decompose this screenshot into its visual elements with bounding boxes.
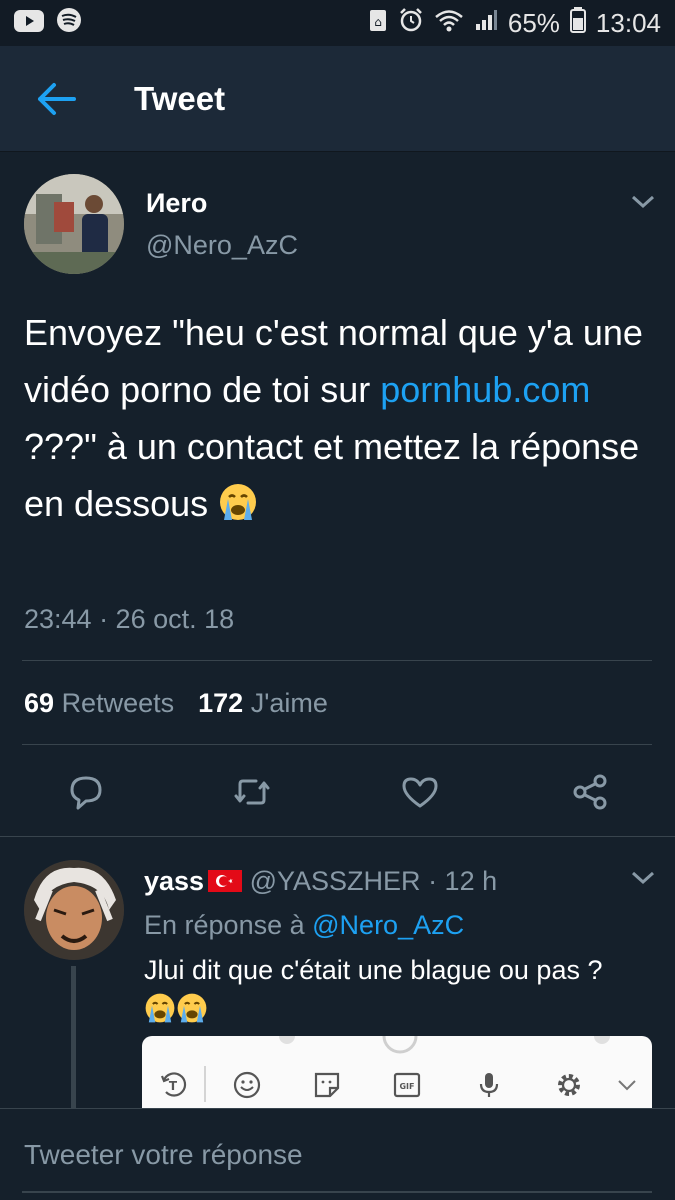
chevron-down-icon bbox=[612, 1070, 642, 1100]
divider bbox=[22, 744, 652, 745]
back-button[interactable] bbox=[26, 69, 86, 129]
avatar[interactable] bbox=[24, 174, 124, 274]
gear-icon bbox=[554, 1070, 584, 1100]
reply-header: yass @YASSZHER · 12 h bbox=[144, 866, 497, 897]
reply-text-body: Jlui dit que c'était une blague ou pas ? bbox=[144, 955, 603, 985]
replying-to: En réponse à @Nero_AzC bbox=[144, 910, 464, 941]
svg-text:T: T bbox=[169, 1079, 178, 1093]
translate-icon: T bbox=[158, 1070, 188, 1100]
tweet-text: Envoyez "heu c'est normal que y'a une vi… bbox=[24, 304, 654, 532]
sticker-icon bbox=[312, 1070, 342, 1100]
reply-text: Jlui dit que c'était une blague ou pas ? bbox=[144, 950, 614, 1030]
reply-author-handle[interactable]: @YASSZHER bbox=[250, 866, 421, 896]
loudly-crying-face-icon bbox=[218, 481, 258, 521]
tweet-timestamp[interactable]: 23:44 · 26 oct. 18 bbox=[24, 604, 234, 635]
turkey-flag-icon bbox=[208, 870, 243, 892]
reply-time: · 12 h bbox=[428, 866, 498, 896]
svg-text:⌂: ⌂ bbox=[374, 15, 382, 29]
battery-icon bbox=[569, 6, 586, 40]
reply-avatar[interactable] bbox=[24, 860, 124, 960]
data-saver-icon: ⌂ bbox=[368, 7, 388, 40]
signal-icon bbox=[474, 8, 498, 39]
loudly-crying-face-icon bbox=[144, 992, 176, 1024]
smiley-icon bbox=[232, 1070, 262, 1100]
reply-author-name[interactable]: yass bbox=[144, 866, 204, 896]
reply-input[interactable]: Tweeter votre réponse bbox=[24, 1139, 303, 1171]
divider bbox=[0, 836, 675, 837]
likes-stat[interactable]: 172 J'aime bbox=[198, 688, 328, 719]
tweet-stats: 69 Retweets 172 J'aime bbox=[24, 688, 328, 719]
alarm-icon bbox=[398, 7, 424, 40]
loudly-crying-face-icon bbox=[176, 992, 208, 1024]
thread-line bbox=[71, 966, 76, 1111]
like-label: J'aime bbox=[250, 688, 328, 718]
tweet-link[interactable]: pornhub.com bbox=[380, 369, 590, 410]
svg-text:GIF: GIF bbox=[399, 1082, 414, 1091]
replying-to-label: En réponse à bbox=[144, 910, 305, 940]
app-bar: Tweet bbox=[0, 46, 675, 152]
author-name[interactable]: Иero bbox=[146, 188, 207, 219]
arrow-left-icon bbox=[38, 82, 76, 115]
gif-icon: GIF bbox=[392, 1070, 422, 1100]
microphone-icon bbox=[474, 1070, 504, 1100]
heart-icon[interactable] bbox=[398, 770, 442, 814]
spotify-icon bbox=[56, 7, 82, 40]
keyboard-divider bbox=[204, 1066, 206, 1102]
retweets-stat[interactable]: 69 Retweets bbox=[24, 688, 174, 719]
tweet-text-part2: ???" à un contact et mettez la réponse e… bbox=[24, 426, 640, 524]
status-bar: ⌂ 65% 13:04 bbox=[0, 0, 675, 46]
clock: 13:04 bbox=[595, 7, 661, 38]
divider bbox=[22, 660, 652, 661]
page-title: Tweet bbox=[134, 79, 226, 117]
retweet-icon[interactable] bbox=[230, 770, 274, 814]
reply-media-image[interactable]: T GIF bbox=[142, 1036, 652, 1116]
wifi-icon bbox=[434, 8, 464, 39]
retweet-count: 69 bbox=[24, 688, 55, 718]
chevron-down-icon[interactable] bbox=[628, 868, 658, 888]
battery-percent: 65% bbox=[507, 7, 560, 38]
replying-to-handle[interactable]: @Nero_AzC bbox=[312, 910, 464, 940]
reply-icon[interactable] bbox=[64, 770, 108, 814]
share-icon[interactable] bbox=[568, 770, 612, 814]
reply-composer: Tweeter votre réponse bbox=[0, 1108, 675, 1200]
author-handle[interactable]: @Nero_AzC bbox=[146, 230, 298, 261]
input-underline bbox=[22, 1191, 652, 1193]
chevron-down-icon[interactable] bbox=[628, 192, 658, 212]
retweet-label: Retweets bbox=[61, 688, 175, 718]
tweet-actions bbox=[0, 764, 675, 820]
youtube-icon bbox=[14, 8, 44, 39]
like-count: 172 bbox=[198, 688, 244, 718]
